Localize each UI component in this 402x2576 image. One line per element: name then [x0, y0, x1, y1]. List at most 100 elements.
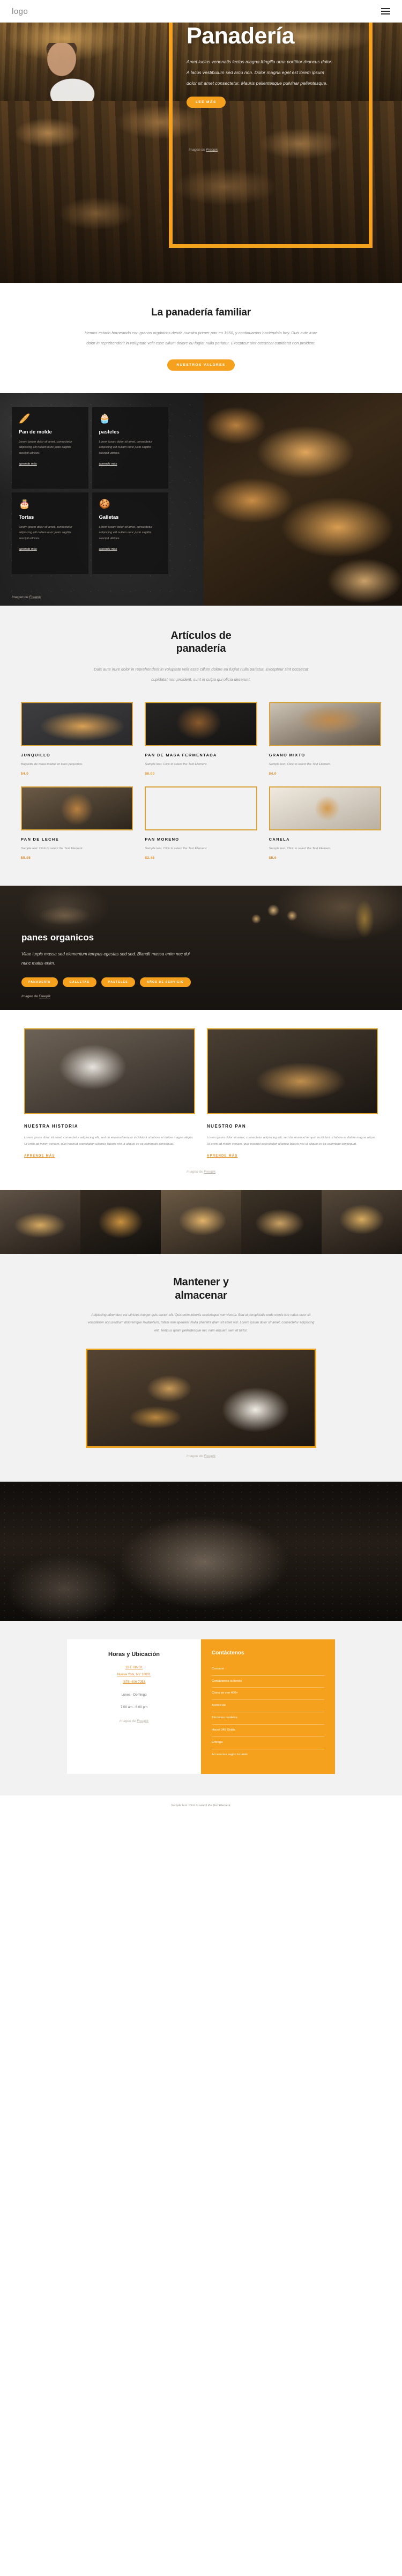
- product-name: PAN MORENO: [145, 836, 180, 842]
- products-title-line2: panadería: [176, 642, 226, 654]
- product-card[interactable]: PAN DE MASA FERMENTADA Sample text. Clic…: [145, 702, 257, 776]
- story-title: NUESTRO PAN: [207, 1123, 247, 1129]
- contact-link-item[interactable]: Contáctenos la tienda: [212, 1676, 324, 1688]
- contact-link-item[interactable]: Entrega: [212, 1737, 324, 1749]
- pastry-icon: 🧁: [99, 413, 110, 424]
- site-logo[interactable]: logo: [12, 7, 28, 16]
- gallery-image[interactable]: [0, 1190, 80, 1255]
- category-title: Tortas: [19, 514, 34, 520]
- category-learn-more-link[interactable]: aprende más: [19, 462, 37, 466]
- product-card[interactable]: PAN DE LECHE Sample text. Click to selec…: [21, 786, 133, 860]
- family-bakery-section: La panadería familiar Hemos estado horne…: [0, 283, 402, 393]
- credit-prefix: Imagen de: [186, 1454, 204, 1458]
- credit-link[interactable]: Freepik: [204, 1170, 215, 1174]
- product-description: Sample text. Click to select the Text El…: [269, 763, 331, 767]
- storage-title-line1: Mantener y: [173, 1276, 229, 1289]
- family-bakery-paragraph: Hemos estado horneando con granos orgáni…: [84, 330, 318, 345]
- product-price: $4.0: [269, 771, 277, 776]
- address-link[interactable]: 16 E 6th St. Nueva York, NY 10001 (375) …: [80, 1664, 188, 1686]
- product-card[interactable]: GRANO MIXTO Sample text. Click to select…: [269, 702, 381, 776]
- contact-link-item[interactable]: Contacto: [212, 1664, 324, 1676]
- story-column: NUESTRO PAN Lorem ipsum dolor sit amet, …: [207, 1028, 378, 1159]
- category-card[interactable]: 🥖 Pan de molde Lorem ipsum dolor sit ame…: [12, 407, 88, 489]
- story-image-credit: Imagen de Freepik: [0, 1170, 402, 1174]
- contact-links-list: Contacto Contáctenos la tienda Cómo se v…: [212, 1664, 324, 1761]
- credit-prefix: Imagen de: [119, 1719, 137, 1723]
- bread-gallery: [0, 1190, 402, 1255]
- contact-link-item[interactable]: Cómo se ven 400+: [212, 1688, 324, 1701]
- category-title: Galletas: [99, 514, 119, 520]
- storage-title-line2: almacenar: [175, 1289, 227, 1301]
- credit-prefix: Imagen de: [186, 1170, 204, 1174]
- contact-links-card: Contáctenos Contacto Contáctenos la tien…: [201, 1639, 335, 1774]
- site-header: logo: [0, 0, 402, 23]
- phone-number[interactable]: (375) 406-7253: [80, 1679, 188, 1686]
- product-image: [269, 702, 381, 746]
- credit-link[interactable]: Freepik: [204, 1454, 215, 1458]
- category-learn-more-link[interactable]: aprende más: [99, 462, 117, 466]
- category-text: Lorem ipsum dolor sit amet, consectetur …: [19, 440, 72, 455]
- product-card[interactable]: PAN MORENO Sample text. Click to select …: [145, 786, 257, 860]
- gallery-image[interactable]: [80, 1190, 161, 1255]
- hero-cta-button[interactable]: LEE MÁS: [187, 96, 226, 108]
- credit-prefix: Imagen de: [12, 595, 29, 599]
- pill-galletas[interactable]: GALLETAS: [62, 977, 96, 987]
- product-name: PAN DE MASA FERMENTADA: [145, 752, 217, 757]
- contact-link-item[interactable]: Accesorios según tu tanto: [212, 1749, 324, 1761]
- products-grid: JUNQUILLO Baguette de masa madre en lote…: [21, 702, 381, 860]
- category-card[interactable]: 🍪 Galletas Lorem ipsum dolor sit amet, c…: [92, 492, 168, 574]
- organic-title: panes organicos: [21, 932, 94, 943]
- pill-anos-de-servicio[interactable]: AÑOS DE SERVICIO: [139, 977, 191, 987]
- organic-pill-row: PANADERÍA GALLETAS PASTELES AÑOS DE SERV…: [21, 977, 402, 987]
- hands-dough-banner: [0, 1481, 402, 1621]
- contact-links-title: Contáctenos: [212, 1650, 244, 1656]
- pill-pasteles[interactable]: PASTELES: [101, 977, 135, 987]
- address-line-2: Nueva York, NY 10001: [117, 1673, 151, 1677]
- bread-icon: 🥖: [19, 413, 31, 424]
- hamburger-icon[interactable]: [381, 8, 390, 14]
- category-learn-more-link[interactable]: aprende más: [19, 548, 37, 551]
- cookie-icon: 🍪: [99, 498, 110, 509]
- credit-prefix: Imagen de: [21, 994, 39, 998]
- product-card[interactable]: CANELA Sample text. Click to select the …: [269, 786, 381, 860]
- storage-title: Mantener y almacenar: [0, 1276, 402, 1302]
- credit-link[interactable]: Freepik: [137, 1719, 148, 1723]
- category-card[interactable]: 🎂 Tortas Lorem ipsum dolor sit amet, con…: [12, 492, 88, 574]
- product-price: $5.0: [269, 856, 277, 860]
- contact-link-item[interactable]: Acerca de: [212, 1700, 324, 1713]
- address-line-1: 16 E 6th St.: [125, 1665, 143, 1669]
- organic-content: panes organicos Vitae turpis massa sed e…: [21, 932, 402, 1010]
- storage-paragraph: Adipiscing bibendum est ultricies intege…: [87, 1313, 315, 1333]
- product-description: Sample text. Click to select the Text El…: [145, 847, 207, 851]
- pill-panaderia[interactable]: PANADERÍA: [21, 977, 58, 987]
- story-learn-more-link[interactable]: APRENDE MÁS: [207, 1154, 238, 1158]
- products-title-line1: Artículos de: [170, 629, 232, 642]
- products-paragraph: Duis aute irure dolor in reprehenderit i…: [94, 667, 308, 682]
- contact-link-item[interactable]: Términos modelos: [212, 1712, 324, 1725]
- credit-link[interactable]: Freepik: [39, 995, 51, 998]
- our-values-button[interactable]: NUESTROS VALORES: [167, 359, 235, 371]
- products-section: Artículos de panadería Duis aute irure d…: [0, 605, 402, 886]
- credit-link[interactable]: Freepik: [206, 148, 218, 152]
- product-image: [21, 786, 133, 830]
- credit-prefix: Imagen de: [189, 148, 206, 152]
- product-description: Baguette de masa madre en lotes pequeños…: [21, 763, 83, 767]
- gallery-image[interactable]: [322, 1190, 402, 1255]
- site-footer: Sample text. Click to select the Text El…: [0, 1795, 402, 1819]
- storage-image-credit: Imagen de Freepik: [0, 1454, 402, 1458]
- story-section: NUESTRA HISTORIA Lorem ipsum dolor sit a…: [0, 1010, 402, 1190]
- story-column: NUESTRA HISTORIA Lorem ipsum dolor sit a…: [24, 1028, 195, 1159]
- story-learn-more-link[interactable]: APRENDE MÁS: [24, 1154, 55, 1158]
- contact-link-item[interactable]: Hacer 345 Grátis: [212, 1725, 324, 1737]
- credit-link[interactable]: Freepik: [29, 595, 41, 599]
- product-card[interactable]: JUNQUILLO Baguette de masa madre en lote…: [21, 702, 133, 776]
- product-description: Sample text. Click to select the Text El…: [145, 763, 207, 767]
- hero-baker-photo: [29, 43, 121, 101]
- gallery-image[interactable]: [161, 1190, 241, 1255]
- organic-paragraph: Vitae turpis massa sed elementum tempus …: [21, 952, 190, 966]
- category-card[interactable]: 🧁 pasteles Lorem ipsum dolor sit amet, c…: [92, 407, 168, 489]
- gallery-image[interactable]: [241, 1190, 322, 1255]
- story-image: [24, 1028, 195, 1114]
- product-price: $2.46: [145, 856, 155, 860]
- category-learn-more-link[interactable]: aprende más: [99, 548, 117, 551]
